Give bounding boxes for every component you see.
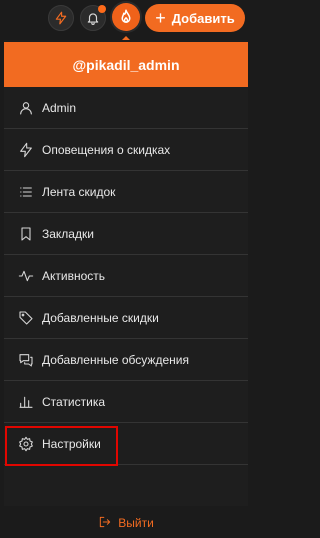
menu-item-label: Настройки bbox=[42, 436, 101, 451]
menu-item-activity[interactable]: Активность bbox=[4, 255, 248, 297]
menu-item-bookmarks[interactable]: Закладки bbox=[4, 213, 248, 255]
plus-icon: + bbox=[155, 8, 166, 28]
tag-icon bbox=[18, 310, 34, 326]
menu-item-label: Admin bbox=[42, 100, 77, 115]
menu-item-label: Статистика bbox=[42, 394, 106, 409]
menu-item-deal-feed[interactable]: Лента скидок bbox=[4, 171, 248, 213]
menu-item-label: Оповещения о скидках bbox=[42, 142, 171, 157]
avatar[interactable] bbox=[112, 3, 140, 31]
menu-item-label: Активность bbox=[42, 268, 106, 283]
notification-dot bbox=[98, 5, 106, 13]
bar-chart-icon bbox=[18, 394, 34, 410]
notifications-button[interactable] bbox=[80, 5, 106, 31]
username-header: @pikadil_admin bbox=[4, 42, 248, 87]
bell-icon bbox=[87, 13, 99, 25]
menu-item-label: Закладки bbox=[42, 226, 94, 241]
flash-button[interactable] bbox=[48, 5, 74, 31]
user-icon bbox=[18, 100, 34, 116]
flash-icon bbox=[55, 11, 67, 25]
menu-item-admin[interactable]: Admin bbox=[4, 87, 248, 129]
logout-label: Выйти bbox=[118, 516, 154, 530]
add-button-label: Добавить bbox=[171, 10, 235, 26]
add-button[interactable]: + Добавить bbox=[145, 4, 245, 32]
menu-item-added-deals[interactable]: Добавленные скидки bbox=[4, 297, 248, 339]
menu-item-added-discussions[interactable]: Добавленные обсуждения bbox=[4, 339, 248, 381]
flame-icon bbox=[121, 9, 131, 23]
menu-item-settings[interactable]: Настройки bbox=[4, 423, 248, 465]
top-bar: + Добавить bbox=[0, 0, 248, 40]
chat-icon bbox=[18, 352, 34, 368]
menu-item-label: Добавленные скидки bbox=[42, 310, 159, 325]
bookmark-icon bbox=[18, 226, 34, 242]
menu-item-label: Добавленные обсуждения bbox=[42, 352, 189, 367]
user-menu: @pikadil_admin Admin Оповещения о скидка… bbox=[4, 40, 248, 530]
menu-item-statistics[interactable]: Статистика bbox=[4, 381, 248, 423]
logout-icon bbox=[98, 515, 112, 532]
flash-icon bbox=[18, 142, 34, 158]
activity-icon bbox=[18, 268, 34, 284]
gear-icon bbox=[18, 436, 34, 452]
menu-item-label: Лента скидок bbox=[42, 184, 116, 199]
menu-item-deal-alerts[interactable]: Оповещения о скидках bbox=[4, 129, 248, 171]
list-icon bbox=[18, 184, 34, 200]
logout-button[interactable]: Выйти bbox=[4, 508, 248, 538]
